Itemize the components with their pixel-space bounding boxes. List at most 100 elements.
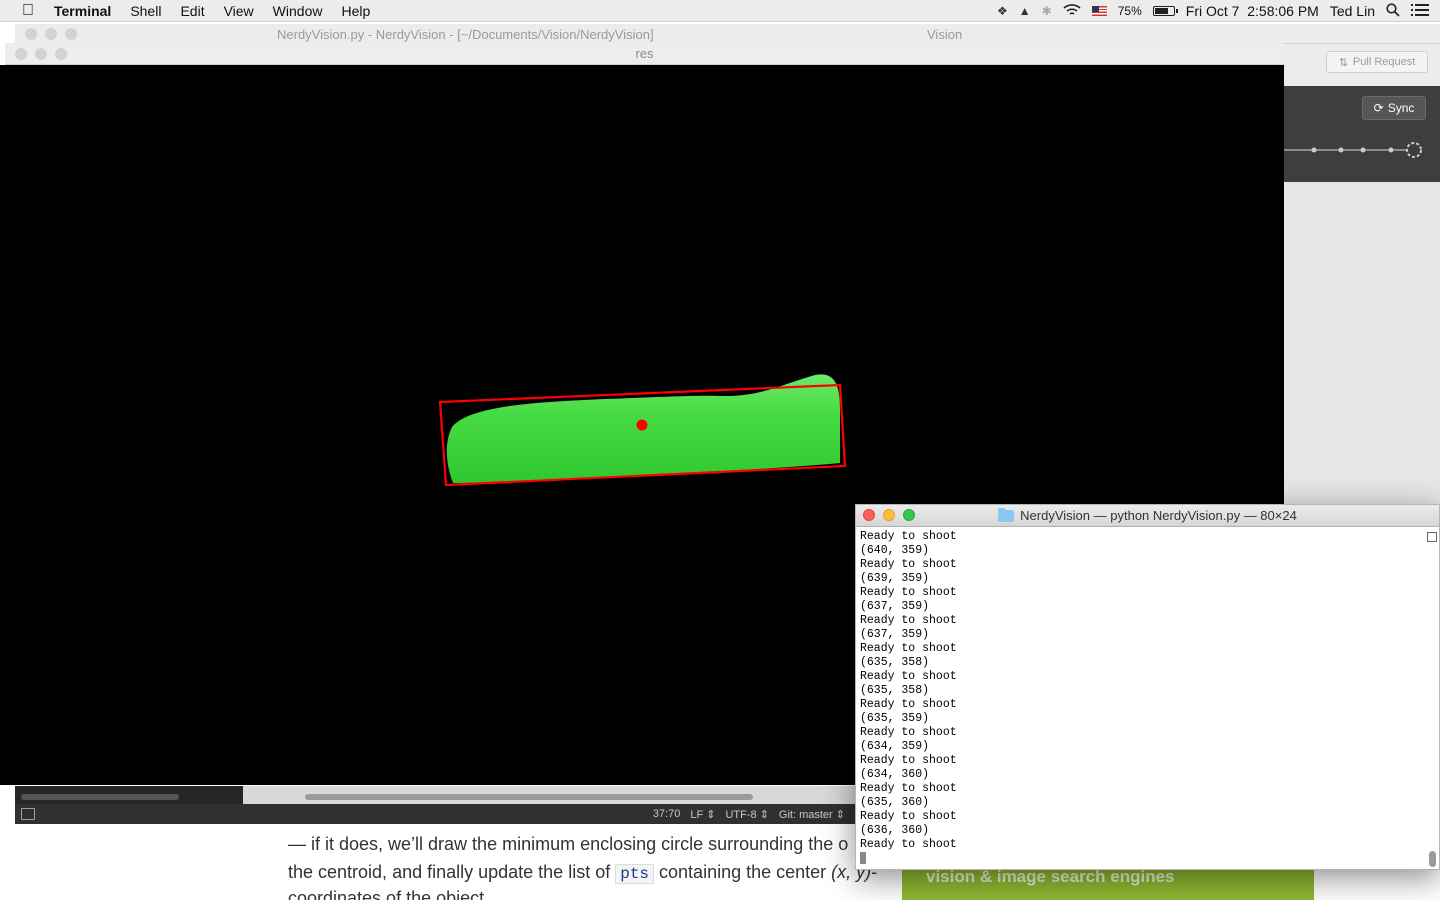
- res-window-titlebar: res: [5, 43, 1284, 65]
- google-drive-icon[interactable]: ▲: [1019, 4, 1031, 18]
- res-window-controls: [15, 48, 67, 60]
- object-centroid-dot: [636, 419, 648, 431]
- terminal-line: (639, 359): [860, 572, 930, 585]
- input-source-flag-icon[interactable]: [1091, 6, 1107, 16]
- bluetooth-icon[interactable]: ✱: [1042, 4, 1052, 18]
- terminal-line: (635, 358): [860, 656, 930, 669]
- menu-app-terminal[interactable]: Terminal: [54, 3, 111, 19]
- terminal-line: (637, 359): [860, 628, 930, 641]
- commit-timeline[interactable]: [1284, 140, 1440, 160]
- terminal-line: (636, 360): [860, 824, 930, 837]
- chevron-updown-icon: ⇕: [835, 809, 845, 821]
- res-zoom-button[interactable]: [55, 48, 67, 60]
- terminal-line: (634, 360): [860, 768, 930, 781]
- terminal-line: (634, 359): [860, 740, 930, 753]
- battery-fill: [1154, 8, 1169, 14]
- terminal-line: (635, 360): [860, 796, 930, 809]
- article-line-2-text-after: containing the center: [654, 862, 832, 882]
- editor-window-controls: [25, 28, 77, 40]
- terminal-cursor-line: [860, 852, 1420, 866]
- menu-window[interactable]: Window: [273, 3, 323, 19]
- github-history-pane: [1284, 182, 1440, 510]
- article-code-pts: pts: [615, 864, 655, 884]
- terminal-minimize-button[interactable]: [883, 509, 895, 521]
- battery-percent: 75%: [1117, 4, 1142, 18]
- terminal-line: Ready to shoot: [860, 642, 957, 655]
- terminal-title: NerdyVision — python NerdyVision.py — 80…: [1020, 508, 1297, 523]
- chevron-updown-icon: ⇕: [706, 809, 716, 821]
- notification-center-icon[interactable]: [1411, 3, 1429, 20]
- terminal-titlebar: NerdyVision — python NerdyVision.py — 80…: [856, 505, 1439, 527]
- sync-icon: ⟳: [1373, 101, 1384, 115]
- pull-request-button[interactable]: ⇅ Pull Request: [1326, 51, 1428, 73]
- pull-request-icon: ⇅: [1338, 56, 1348, 69]
- terminal-line: Ready to shoot: [860, 614, 957, 627]
- menu-bar:  Terminal Shell Edit View Window Help ❖…: [0, 0, 1440, 22]
- line-ending[interactable]: LF ⇕: [690, 808, 715, 821]
- pull-request-label: Pull Request: [1352, 56, 1416, 68]
- tree-view-scrollbar[interactable]: [21, 794, 179, 800]
- github-window-title: Vision: [927, 27, 963, 42]
- terminal-split-icon[interactable]: [1427, 532, 1437, 542]
- terminal-scroll-thumb[interactable]: [1429, 851, 1436, 867]
- terminal-line: Ready to shoot: [860, 810, 957, 823]
- sync-button[interactable]: ⟳ Sync: [1362, 96, 1426, 120]
- res-close-button[interactable]: [15, 48, 27, 60]
- editor-zoom-button[interactable]: [65, 28, 77, 40]
- editor-window-title: NerdyVision.py - NerdyVision - [~/Docume…: [277, 27, 654, 42]
- terminal-close-button[interactable]: [863, 509, 875, 521]
- terminal-line: (635, 359): [860, 712, 930, 725]
- terminal-zoom-button[interactable]: [903, 509, 915, 521]
- user-name[interactable]: Ted Lin: [1330, 3, 1375, 19]
- menu-shell[interactable]: Shell: [130, 3, 161, 19]
- battery-icon[interactable]: [1152, 6, 1178, 16]
- git-branch[interactable]: Git: master ⇕: [779, 808, 845, 821]
- chevron-updown-icon: ⇕: [759, 809, 769, 821]
- clock[interactable]: Fri Oct 7 2:58:06 PM: [1186, 3, 1319, 19]
- terminal-cursor: [860, 852, 866, 864]
- apple-menu-icon[interactable]: : [17, 2, 39, 20]
- menu-bar-status-area: ❖ ▲ ✱ 75% Fri Oct 7 2:58:06 PM Ted Lin: [997, 0, 1440, 22]
- res-minimize-button[interactable]: [35, 48, 47, 60]
- spotlight-search-icon[interactable]: [1386, 2, 1400, 20]
- terminal-line: Ready to shoot: [860, 782, 957, 795]
- terminal-output[interactable]: Ready to shoot (640, 359) Ready to shoot (6…: [860, 530, 1420, 866]
- terminal-scrollbar[interactable]: [1427, 529, 1437, 869]
- editor-status-bar: 37:70 LF ⇕ UTF-8 ⇕ Git: master ⇕: [15, 804, 855, 824]
- article-line-2-text: the centroid, and finally update the lis…: [288, 862, 616, 882]
- terminal-line: Ready to shoot: [860, 586, 957, 599]
- terminal-line: Ready to shoot: [860, 754, 957, 767]
- git-branch-label: Git: master: [778, 809, 833, 821]
- sync-label: Sync: [1387, 101, 1415, 115]
- terminal-window-controls: [863, 509, 915, 521]
- cursor-position[interactable]: 37:70: [653, 808, 681, 821]
- article-line-3: coordinates of the object.: [288, 888, 490, 900]
- dropbox-icon[interactable]: ❖: [997, 4, 1008, 18]
- toggle-tree-view-icon[interactable]: [21, 808, 35, 820]
- editor-close-button[interactable]: [25, 28, 37, 40]
- terminal-window: NerdyVision — python NerdyVision.py — 80…: [855, 504, 1440, 870]
- editor-window-titlebar: NerdyVision.py - NerdyVision - [~/Docume…: [15, 24, 1440, 44]
- editor-minimize-button[interactable]: [45, 28, 57, 40]
- terminal-line: Ready to shoot: [860, 558, 957, 571]
- res-window-title: res: [635, 46, 654, 61]
- terminal-line: (637, 359): [860, 600, 930, 613]
- menu-edit[interactable]: Edit: [180, 3, 204, 19]
- editor-scroll-area: [15, 786, 855, 804]
- encoding-label: UTF-8: [725, 809, 757, 821]
- editor-horizontal-scrollbar[interactable]: [305, 794, 753, 800]
- article-line-2: the centroid, and finally update the lis…: [288, 862, 877, 884]
- terminal-line: Ready to shoot: [860, 726, 957, 739]
- line-ending-label: LF: [690, 809, 704, 821]
- menu-help[interactable]: Help: [341, 3, 370, 19]
- terminal-line: (640, 359): [860, 544, 930, 557]
- file-encoding[interactable]: UTF-8 ⇕: [725, 808, 768, 821]
- wifi-icon[interactable]: [1063, 3, 1081, 20]
- terminal-line: Ready to shoot: [860, 670, 957, 683]
- folder-icon: [998, 507, 1015, 522]
- article-line-1: — if it does, we’ll draw the minimum enc…: [288, 834, 849, 854]
- menu-view[interactable]: View: [224, 3, 254, 19]
- terminal-line: Ready to shoot: [860, 698, 957, 711]
- terminal-line: Ready to shoot: [860, 530, 957, 543]
- terminal-line: Ready to shoot: [860, 838, 957, 851]
